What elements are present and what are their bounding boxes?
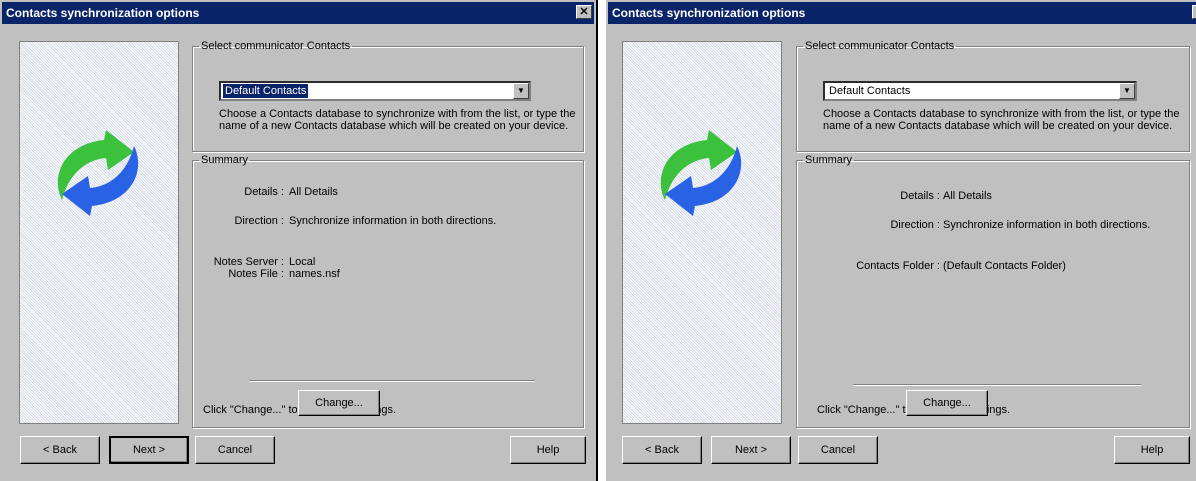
contacts-database-combobox[interactable]: Default Contacts ▼ [823, 81, 1137, 101]
group-legend: Select communicator Contacts [201, 40, 351, 52]
title-bar[interactable]: Contacts synchronization options ✕ [608, 2, 1196, 24]
notes-server-value: Local [289, 256, 316, 268]
group-legend: Select communicator Contacts [805, 40, 955, 52]
back-button[interactable]: < Back [622, 436, 702, 464]
notes-server-label: Notes Server : [213, 256, 284, 268]
summary-group: Summary Details : All Details Direction … [796, 154, 1190, 428]
divider [853, 384, 1141, 386]
close-icon[interactable]: ✕ [1192, 5, 1196, 19]
direction-value: Synchronize information in both directio… [943, 219, 1151, 231]
notes-file-label: Notes File : [228, 268, 284, 280]
wizard-sidebar-image [19, 41, 179, 424]
notes-file-value: names.nsf [289, 268, 340, 280]
contacts-folder-value: (Default Contacts Folder) [943, 260, 1066, 272]
chevron-down-icon[interactable]: ▼ [513, 83, 529, 99]
database-description: Choose a Contacts database to synchroniz… [219, 108, 576, 132]
title-bar[interactable]: Contacts synchronization options ✕ [2, 2, 594, 24]
divider [249, 380, 535, 382]
details-value: All Details [943, 190, 992, 202]
contacts-folder-label: Contacts Folder : [856, 260, 940, 272]
details-label: Details : [900, 190, 940, 202]
chevron-down-icon[interactable]: ▼ [1119, 83, 1135, 99]
cancel-button[interactable]: Cancel [798, 436, 878, 464]
group-legend: Summary [805, 154, 853, 166]
help-button[interactable]: Help [510, 436, 586, 464]
next-button[interactable]: Next > [109, 436, 189, 464]
select-contacts-group: Select communicator Contacts Default Con… [192, 40, 584, 152]
direction-value: Synchronize information in both directio… [289, 215, 497, 227]
sync-arrows-icon [660, 130, 742, 216]
back-button[interactable]: < Back [20, 436, 100, 464]
close-icon[interactable]: ✕ [576, 5, 592, 19]
sync-options-dialog-right: Contacts synchronization options ✕ Selec… [606, 0, 1196, 481]
details-value: All Details [289, 186, 338, 198]
help-button[interactable]: Help [1114, 436, 1190, 464]
combobox-value[interactable]: Default Contacts [221, 83, 310, 99]
group-legend: Summary [201, 154, 249, 166]
sync-arrows-icon [57, 130, 139, 216]
dialog-title: Contacts synchronization options [6, 6, 200, 20]
sync-options-dialog-left: Contacts synchronization options ✕ Selec… [0, 0, 598, 481]
wizard-sidebar-image [622, 41, 782, 424]
change-button[interactable]: Change... [906, 390, 988, 416]
select-contacts-group: Select communicator Contacts Default Con… [796, 40, 1190, 152]
combobox-value[interactable]: Default Contacts [827, 84, 912, 98]
details-label: Details : [244, 186, 284, 198]
change-button[interactable]: Change... [298, 390, 380, 416]
direction-label: Direction : [234, 215, 284, 227]
contacts-database-combobox[interactable]: Default Contacts ▼ [219, 81, 531, 101]
dialog-title: Contacts synchronization options [612, 6, 806, 20]
cancel-button[interactable]: Cancel [195, 436, 275, 464]
summary-group: Summary Details : All Details Direction … [192, 154, 584, 428]
direction-label: Direction : [890, 219, 940, 231]
database-description: Choose a Contacts database to synchroniz… [823, 108, 1180, 132]
next-button[interactable]: Next > [711, 436, 791, 464]
